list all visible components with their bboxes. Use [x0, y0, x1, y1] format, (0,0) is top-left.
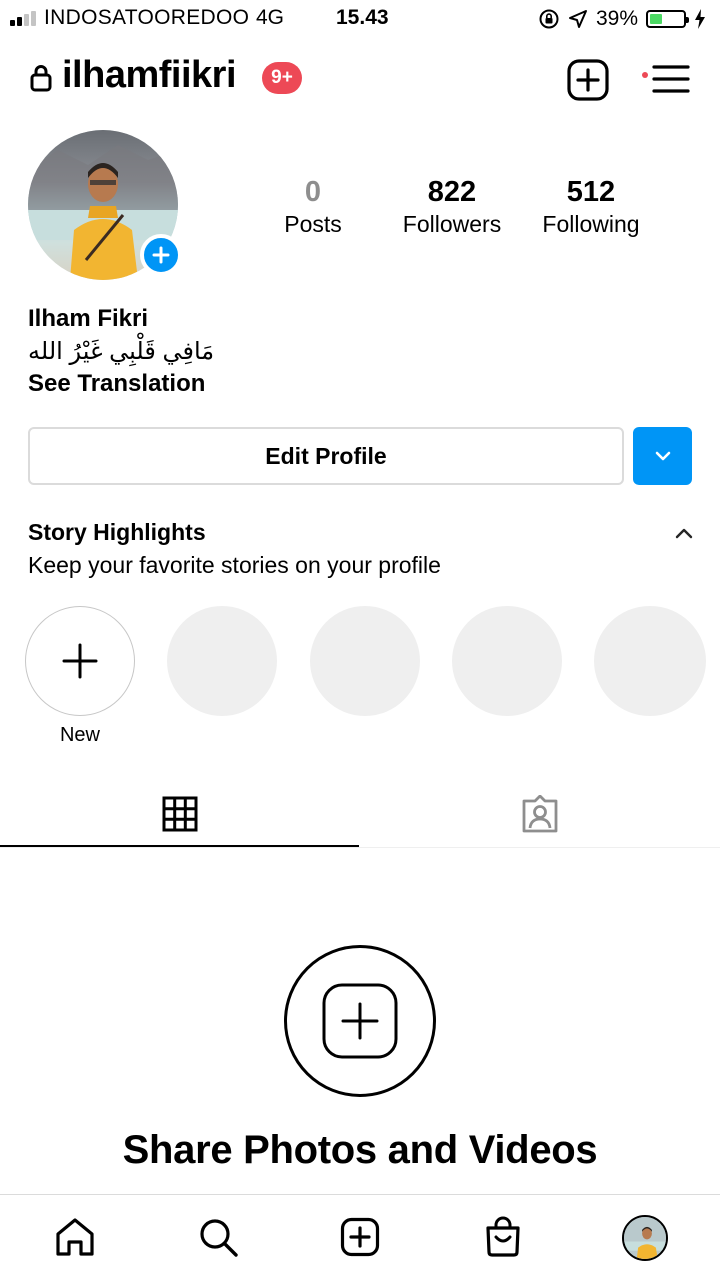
highlight-placeholder: [167, 606, 277, 716]
status-time: 15.43: [336, 6, 389, 29]
new-highlight-label: New: [59, 724, 100, 746]
posts-stat[interactable]: 0 Posts: [243, 175, 383, 239]
signal-strength-icon: [10, 10, 40, 26]
active-tab-indicator: [0, 845, 359, 847]
plus-icon: [152, 246, 170, 264]
nav-search[interactable]: [196, 1215, 240, 1259]
battery-percent: 39%: [595, 7, 638, 30]
battery-icon: [646, 10, 689, 28]
empty-state-add-button[interactable]: [284, 945, 436, 1097]
account-switcher-username[interactable]: ilhamfiikri: [62, 54, 237, 97]
tagged-person-icon: [522, 795, 558, 833]
home-icon: [56, 1218, 94, 1256]
shop-bag-icon: [486, 1216, 520, 1257]
grid-icon: [162, 796, 198, 832]
followers-count: 822: [427, 176, 477, 208]
empty-state-title: Share Photos and Videos: [122, 1128, 598, 1172]
following-count: 512: [566, 176, 616, 208]
posts-count: 0: [304, 176, 322, 208]
carrier-name: INDOSATOOREDOO: [44, 6, 250, 29]
followers-label: Followers: [402, 211, 502, 237]
posts-label: Posts: [284, 211, 342, 237]
following-stat[interactable]: 512 Following: [521, 175, 661, 239]
location-arrow-icon: [568, 10, 587, 28]
notification-badge[interactable]: 9+: [262, 62, 302, 94]
story-highlights-title: Story Highlights: [28, 519, 206, 545]
rotation-lock-icon: [539, 9, 559, 29]
charging-bolt-icon: [695, 9, 705, 29]
bottom-navigation: [0, 1194, 720, 1280]
profile-screen: INDOSATOOREDOO 4G 15.43 39% ilhamfiikri …: [0, 0, 720, 1280]
search-icon: [200, 1219, 238, 1257]
status-icons: 39%: [538, 6, 706, 32]
add-story-button[interactable]: [140, 234, 182, 276]
highlight-placeholder: [452, 606, 562, 716]
new-highlight-button[interactable]: [25, 606, 135, 716]
tab-posts-grid[interactable]: [0, 780, 360, 848]
chevron-down-icon: [655, 451, 670, 461]
network-type: 4G: [256, 6, 285, 29]
nav-profile-avatar[interactable]: [622, 1215, 668, 1261]
new-post-icon[interactable]: [566, 58, 610, 102]
status-bar: INDOSATOOREDOO 4G 15.43 39%: [0, 0, 720, 38]
tab-divider: [0, 847, 720, 848]
see-translation-link[interactable]: See Translation: [28, 370, 205, 398]
add-post-icon: [340, 1217, 380, 1257]
highlight-placeholder: [310, 606, 420, 716]
highlight-placeholder: [594, 606, 706, 716]
bio-text: مَافِي قَلْبِي غَيْرُ الله: [28, 338, 215, 365]
activity-dot: [642, 72, 648, 78]
add-post-icon: [322, 983, 398, 1059]
edit-profile-button[interactable]: Edit Profile: [28, 427, 624, 485]
menu-hamburger-icon[interactable]: [652, 64, 690, 94]
nav-home[interactable]: [53, 1215, 97, 1259]
followers-stat[interactable]: 822 Followers: [382, 175, 522, 239]
full-name: Ilham Fikri: [28, 305, 149, 332]
chevron-up-icon[interactable]: [674, 526, 694, 540]
nav-shop[interactable]: [481, 1215, 525, 1259]
story-highlights-subtitle: Keep your favorite stories on your profi…: [28, 552, 441, 578]
following-label: Following: [542, 211, 640, 237]
lock-icon: [30, 65, 52, 92]
discover-people-button[interactable]: [633, 427, 692, 485]
battery-fill: [650, 14, 662, 24]
nav-new-post[interactable]: [338, 1215, 382, 1259]
tab-tagged[interactable]: [360, 780, 720, 848]
plus-icon: [62, 643, 98, 679]
